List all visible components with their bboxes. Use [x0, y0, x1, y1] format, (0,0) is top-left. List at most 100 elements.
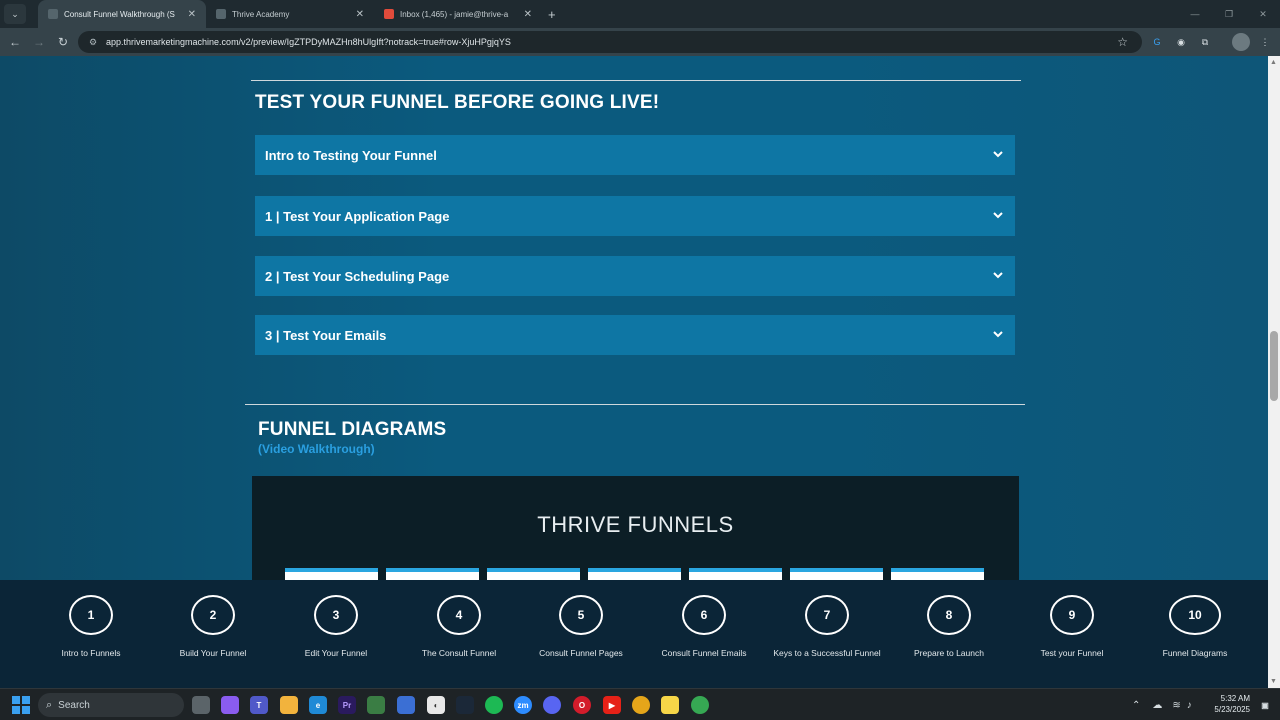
discord-icon[interactable] [543, 696, 561, 714]
spotify-icon[interactable] [485, 696, 503, 714]
step-number: 4 [437, 595, 481, 635]
step-2[interactable]: 2 Build Your Funnel [153, 595, 273, 658]
accordion-test-scheduling[interactable]: 2 | Test Your Scheduling Page [255, 256, 1015, 296]
chevron-up-icon[interactable]: ⌃ [1132, 700, 1140, 711]
diagram-stage-box [790, 568, 883, 580]
chrome-icon[interactable] [632, 696, 650, 714]
back-arrow-icon[interactable]: ← [3, 30, 27, 54]
step-9[interactable]: 9 Test your Funnel [1012, 595, 1132, 658]
step-number: 6 [682, 595, 726, 635]
restore-icon[interactable]: ❐ [1212, 0, 1246, 28]
system-tray: ⌃ ☁ ≋ ♪ [1132, 689, 1192, 720]
accordion-test-emails[interactable]: 3 | Test Your Emails [255, 315, 1015, 355]
tab-title: Inbox (1,465) - jamie@thrive-a [400, 9, 509, 19]
edge-icon[interactable]: e [309, 696, 327, 714]
step-3[interactable]: 3 Edit Your Funnel [276, 595, 396, 658]
chevron-down-icon [993, 212, 1003, 219]
new-tab-button[interactable]: + [548, 7, 556, 22]
accordion-intro-testing[interactable]: Intro to Testing Your Funnel [255, 135, 1015, 175]
scroll-down-arrow-icon[interactable]: ▼ [1270, 678, 1277, 685]
tab-inbox[interactable]: Inbox (1,465) - jamie@thrive-a ✕ [374, 0, 542, 28]
tab-title: Consult Funnel Walkthrough (S [64, 9, 175, 19]
diagram-title: THRIVE FUNNELS [537, 512, 734, 537]
volume-icon[interactable]: ♪ [1187, 700, 1192, 711]
step-label: Test your Funnel [1040, 648, 1104, 658]
windows-taskbar: ⌕ Search T e Pr ◐ zm O ▶ ⌃ ☁ ≋ ♪ 5:32 AM… [0, 688, 1280, 720]
reload-icon[interactable]: ↻ [51, 30, 75, 54]
clock-time: 5:32 AM [1220, 694, 1250, 703]
close-icon[interactable]: ✕ [524, 9, 532, 20]
address-bar[interactable]: ⚙ app.thrivemarketingmachine.com/v2/prev… [78, 31, 1142, 53]
tab-thrive-academy[interactable]: Thrive Academy ✕ [206, 0, 374, 28]
step-number: 9 [1050, 595, 1094, 635]
section-divider [245, 404, 1025, 405]
app-icon[interactable]: ◐ [427, 696, 445, 714]
scroll-up-arrow-icon[interactable]: ▲ [1270, 59, 1277, 66]
minimize-icon[interactable]: — [1178, 0, 1212, 28]
window-controls: — ❐ ✕ [1178, 0, 1280, 28]
zoom-icon[interactable]: zm [514, 696, 532, 714]
profile-avatar[interactable] [1232, 33, 1250, 51]
step-number: 3 [314, 595, 358, 635]
chevron-down-icon [993, 331, 1003, 338]
close-window-icon[interactable]: ✕ [1246, 0, 1280, 28]
scrollbar-thumb[interactable] [1270, 331, 1278, 401]
tab-title: Thrive Academy [232, 9, 290, 19]
store-icon[interactable] [397, 696, 415, 714]
bookmark-star-icon[interactable]: ☆ [1117, 35, 1128, 49]
diagram-stage-box [689, 568, 782, 580]
steam-icon[interactable] [456, 696, 474, 714]
step-7[interactable]: 7 Keys to a Successful Funnel [767, 595, 887, 658]
step-8[interactable]: 8 Prepare to Launch [889, 595, 1009, 658]
task-view-icon[interactable] [192, 696, 210, 714]
youtube-icon[interactable]: ▶ [603, 696, 621, 714]
file-explorer-icon[interactable] [280, 696, 298, 714]
video-walkthrough-link[interactable]: (Video Walkthrough) [258, 442, 375, 456]
search-label: Search [58, 699, 90, 711]
step-4[interactable]: 4 The Consult Funnel [399, 595, 519, 658]
teams-icon[interactable]: T [250, 696, 268, 714]
notification-icon[interactable]: ▣ [1256, 696, 1274, 714]
accordion-test-application[interactable]: 1 | Test Your Application Page [255, 196, 1015, 236]
taskbar-search[interactable]: ⌕ Search [38, 693, 184, 717]
step-number: 8 [927, 595, 971, 635]
step-label: Intro to Funnels [61, 648, 121, 658]
step-number: 1 [69, 595, 113, 635]
browser-toolbar: ← → ↻ ⚙ app.thrivemarketingmachine.com/v… [0, 28, 1280, 56]
step-1[interactable]: 1 Intro to Funnels [31, 595, 151, 658]
wifi-icon[interactable]: ≋ [1172, 700, 1180, 711]
page-scrollbar[interactable]: ▲ ▼ [1268, 56, 1280, 688]
tab-consult-funnel[interactable]: Consult Funnel Walkthrough (S ✕ [38, 0, 206, 28]
forward-arrow-icon[interactable]: → [27, 30, 51, 54]
cloud-icon[interactable]: ☁ [1152, 700, 1162, 711]
step-10[interactable]: 10 Funnel Diagrams [1135, 595, 1255, 658]
page-favicon-icon [216, 9, 226, 19]
close-icon[interactable]: ✕ [356, 9, 364, 20]
opera-icon[interactable]: O [573, 696, 591, 714]
copilot-icon[interactable] [221, 696, 239, 714]
step-label: Keys to a Successful Funnel [773, 648, 881, 658]
premiere-icon[interactable]: Pr [338, 696, 356, 714]
extensions-puzzle-icon[interactable]: ⧉ [1196, 33, 1214, 51]
diagram-stage-box [386, 568, 479, 580]
browser-tab-strip: ⌄ Consult Funnel Walkthrough (S ✕ Thrive… [0, 0, 1280, 28]
menu-kebab-icon[interactable]: ⋮ [1256, 33, 1274, 51]
windows-start-icon[interactable] [12, 696, 30, 714]
site-info-icon[interactable]: ⚙ [84, 37, 102, 48]
extension-icon[interactable]: G [1148, 33, 1166, 51]
step-number: 10 [1169, 595, 1221, 635]
tab-search-button[interactable]: ⌄ [4, 4, 26, 24]
extension-icon[interactable]: ◉ [1172, 33, 1190, 51]
step-6[interactable]: 6 Consult Funnel Emails [644, 595, 764, 658]
sticky-notes-icon[interactable] [661, 696, 679, 714]
taskbar-clock[interactable]: 5:32 AM 5/23/2025 [1214, 693, 1250, 715]
step-label: Consult Funnel Emails [661, 648, 747, 658]
step-5[interactable]: 5 Consult Funnel Pages [521, 595, 641, 658]
step-label: Edit Your Funnel [304, 648, 368, 658]
search-icon: ⌕ [46, 698, 53, 711]
chevron-down-icon [993, 272, 1003, 279]
chrome-icon[interactable] [691, 696, 709, 714]
step-label: The Consult Funnel [421, 648, 497, 658]
close-icon[interactable]: ✕ [188, 9, 196, 20]
app-icon[interactable] [367, 696, 385, 714]
